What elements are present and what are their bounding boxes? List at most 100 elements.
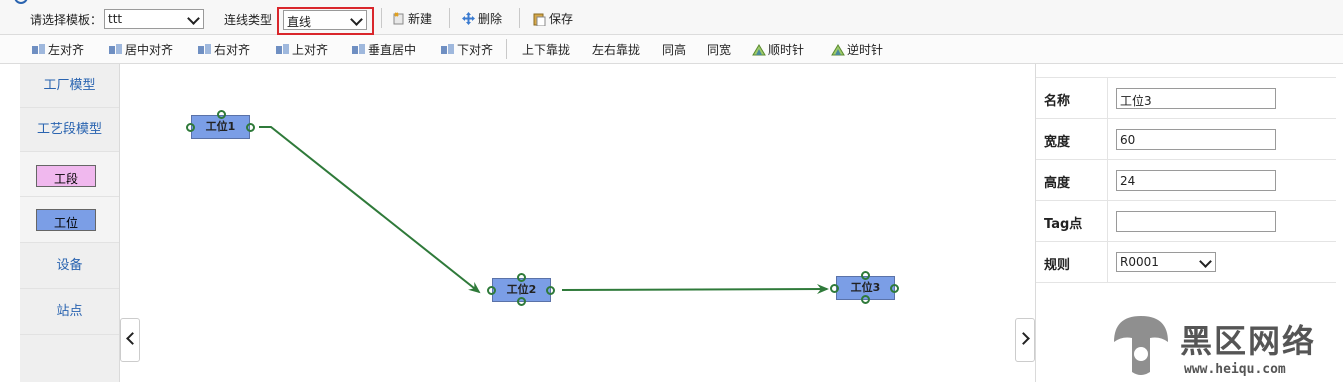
toolbar-divider — [449, 8, 450, 28]
new-icon — [392, 11, 405, 25]
connection-handle[interactable] — [890, 284, 899, 293]
width-input[interactable]: 60 — [1116, 129, 1276, 150]
chevron-right-icon — [1017, 332, 1030, 345]
template-select-value: ttt — [108, 12, 123, 26]
line-type-label: 连线类型 — [224, 13, 273, 27]
column-divider — [1107, 78, 1108, 119]
same-width-button[interactable]: 同宽 — [707, 39, 731, 59]
align-bottom-label: 下对齐 — [457, 42, 494, 57]
column-divider — [1107, 242, 1108, 283]
align-middle-label: 垂直居中 — [368, 42, 417, 57]
delete-button[interactable]: 删除 — [462, 8, 502, 28]
new-button-label: 新建 — [408, 11, 433, 26]
connection-handle[interactable] — [186, 123, 195, 132]
mushroom-logo-icon — [1114, 316, 1168, 375]
sidebar-item-process-model[interactable]: 工艺段模型 — [20, 108, 119, 152]
vertical-compact-button[interactable]: 上下靠拢 — [522, 39, 570, 59]
property-row-name: 名称 工位3 — [1036, 78, 1336, 119]
app-logo-icon — [14, 0, 28, 4]
chevron-left-icon — [126, 332, 139, 345]
horizontal-compact-button[interactable]: 左右靠拢 — [592, 39, 640, 59]
rotate-clockwise-button[interactable]: 顺时针 — [752, 39, 804, 59]
collapse-right-button[interactable] — [1015, 318, 1035, 362]
align-center-icon — [109, 43, 122, 55]
column-divider — [1107, 119, 1108, 160]
property-row-tag: Tag点 — [1036, 201, 1336, 242]
main-toolbar: 请选择模板： ttt 连线类型 直线 新建 删除 保存 — [0, 0, 1343, 35]
connection-handle[interactable] — [517, 273, 526, 282]
sidebar-item-factory-model[interactable]: 工厂模型 — [20, 64, 119, 108]
connection-handle[interactable] — [861, 295, 870, 304]
collapse-left-button[interactable] — [120, 318, 140, 362]
same-height-button[interactable]: 同高 — [662, 39, 686, 59]
property-label: 宽度 — [1044, 135, 1071, 150]
rotate-counterclockwise-button[interactable]: 逆时针 — [831, 39, 883, 59]
property-row-width: 宽度 60 — [1036, 119, 1336, 160]
align-bottom-button[interactable]: 下对齐 — [441, 39, 493, 59]
align-left-label: 左对齐 — [48, 42, 85, 57]
height-input[interactable]: 24 — [1116, 170, 1276, 191]
chevron-down-icon — [187, 12, 200, 25]
sidebar-item-site[interactable]: 站点 — [20, 289, 119, 335]
sidebar: 工厂模型 工艺段模型 工段 工位 设备 站点 — [20, 64, 120, 382]
connector-line — [561, 284, 829, 295]
align-right-icon — [198, 43, 211, 55]
align-middle-button[interactable]: 垂直居中 — [352, 39, 416, 59]
connection-handle[interactable] — [487, 286, 496, 295]
template-label: 请选择模板： — [30, 13, 103, 27]
connectors-layer — [259, 126, 829, 295]
align-right-button[interactable]: 右对齐 — [198, 39, 250, 59]
align-left-button[interactable]: 左对齐 — [32, 39, 84, 59]
align-bottom-icon — [441, 43, 454, 55]
align-top-button[interactable]: 上对齐 — [276, 39, 328, 59]
move-arrows-icon — [462, 11, 475, 25]
save-button-label: 保存 — [549, 11, 574, 26]
property-label: Tag点 — [1044, 217, 1083, 232]
watermark: 黑区网络 www.heiqu.com — [1110, 308, 1340, 382]
rotate-counterclockwise-label: 逆时针 — [847, 42, 884, 57]
chevron-down-icon — [1199, 255, 1212, 268]
align-middle-icon — [352, 43, 365, 55]
clipboard-icon — [533, 12, 546, 26]
connection-handle[interactable] — [830, 284, 839, 293]
align-center-label: 居中对齐 — [125, 42, 174, 57]
toolbar-divider — [519, 8, 520, 28]
node-label: 工位1 — [205, 120, 236, 133]
rule-select[interactable]: R0001 — [1116, 252, 1216, 272]
watermark-url: www.heiqu.com — [1184, 362, 1286, 377]
sidebar-item-segment: 工段 — [20, 152, 119, 197]
properties-header — [1036, 64, 1336, 78]
column-divider — [1107, 160, 1108, 201]
connection-handle[interactable] — [546, 286, 555, 295]
sidebar-item-device[interactable]: 设备 — [20, 243, 119, 289]
align-top-icon — [276, 43, 289, 55]
rotate-clockwise-icon — [752, 43, 766, 56]
toolbar-divider — [506, 39, 507, 59]
rotate-counterclockwise-icon — [831, 43, 845, 56]
segment-shape[interactable]: 工段 — [36, 165, 96, 187]
name-input[interactable]: 工位3 — [1116, 88, 1276, 109]
node-label: 工位3 — [850, 281, 881, 294]
align-toolbar: 左对齐 居中对齐 右对齐 上对齐 垂直居中 下对齐 上下靠拢 左右靠拢 同高 同… — [0, 35, 1343, 64]
connection-handle[interactable] — [861, 271, 870, 280]
template-select[interactable]: ttt — [104, 9, 204, 29]
align-top-label: 上对齐 — [292, 42, 329, 57]
new-button[interactable]: 新建 — [392, 8, 432, 28]
property-label: 高度 — [1044, 176, 1071, 191]
connection-handle[interactable] — [517, 297, 526, 306]
delete-button-label: 删除 — [478, 11, 503, 26]
watermark-brand: 黑区网络 — [1180, 322, 1317, 360]
property-label: 规则 — [1044, 258, 1071, 273]
tag-input[interactable] — [1116, 211, 1276, 232]
rotate-clockwise-label: 顺时针 — [768, 42, 805, 57]
connection-handle[interactable] — [217, 110, 226, 119]
save-button[interactable]: 保存 — [533, 8, 573, 28]
property-row-rule: 规则 R0001 — [1036, 242, 1336, 283]
connector-line — [259, 126, 481, 294]
align-left-icon — [32, 43, 45, 55]
align-center-button[interactable]: 居中对齐 — [109, 39, 173, 59]
connection-handle[interactable] — [246, 123, 255, 132]
station-shape[interactable]: 工位 — [36, 209, 96, 231]
design-canvas[interactable]: 工位1 工位2 工位3 — [121, 64, 1033, 382]
rule-select-value: R0001 — [1120, 255, 1159, 269]
